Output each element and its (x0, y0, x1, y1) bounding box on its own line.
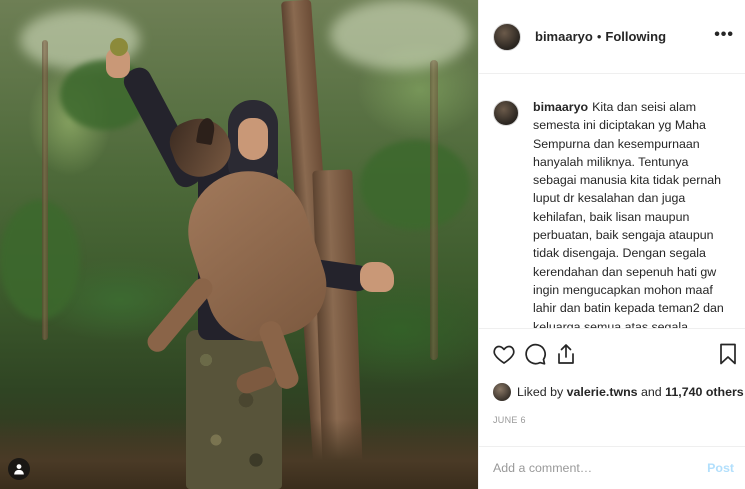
comment-glyph (525, 343, 546, 365)
post-header: bimaaryo • Following ••• (479, 0, 745, 74)
person-face (238, 118, 268, 160)
post-photo[interactable] (0, 0, 478, 489)
avatar[interactable] (493, 100, 519, 126)
ball (110, 38, 128, 56)
caption-username[interactable]: bimaaryo (533, 100, 588, 114)
post-button[interactable]: Post (707, 461, 734, 475)
user-tag-icon[interactable] (8, 458, 30, 480)
heart-glyph (493, 345, 515, 364)
caption-body: Kita dan seisi alam semesta ini diciptak… (533, 100, 724, 328)
tree-trunk (430, 60, 438, 360)
comment-bar: Add a comment… Post (479, 446, 745, 489)
bookmark-glyph (720, 343, 736, 365)
more-options-icon[interactable]: ••• (714, 26, 734, 44)
caption-row: bimaaryo Kita dan seisi alam semesta ini … (493, 98, 732, 328)
comment-input[interactable]: Add a comment… (493, 461, 592, 475)
likes-prefix: Liked by (517, 385, 564, 399)
post-date[interactable]: JUNE 6 (493, 415, 526, 425)
tree-trunk (42, 40, 48, 340)
following-button[interactable]: Following (605, 29, 666, 44)
header-username[interactable]: bimaaryo (535, 29, 593, 44)
photo-bg (330, 0, 470, 70)
user-tag-glyph (14, 464, 24, 475)
heart-icon[interactable] (491, 341, 517, 367)
bookmark-icon[interactable] (715, 341, 741, 367)
photo-bg (0, 200, 80, 320)
likes-connector: and (641, 385, 662, 399)
header-separator: • (596, 29, 602, 44)
action-bar: Liked by valerie.twns and 11,740 others … (479, 328, 745, 436)
caption-text: bimaaryo Kita dan seisi alam semesta ini … (533, 98, 732, 328)
likes-count[interactable]: 11,740 others (665, 385, 744, 399)
liked-by-user[interactable]: valerie.twns (567, 385, 638, 399)
share-icon[interactable] (553, 341, 579, 367)
comment-icon[interactable] (522, 341, 548, 367)
person-hand (360, 262, 394, 292)
likes-summary: Liked by valerie.twns and 11,740 others (493, 383, 744, 401)
avatar[interactable] (493, 383, 511, 401)
photo-bg (360, 140, 470, 230)
post-sidebar: bimaaryo • Following ••• bimaaryo Kita da… (478, 0, 745, 489)
caption-section: bimaaryo Kita dan seisi alam semesta ini … (479, 74, 745, 328)
avatar[interactable] (493, 22, 521, 51)
share-glyph (558, 344, 574, 364)
